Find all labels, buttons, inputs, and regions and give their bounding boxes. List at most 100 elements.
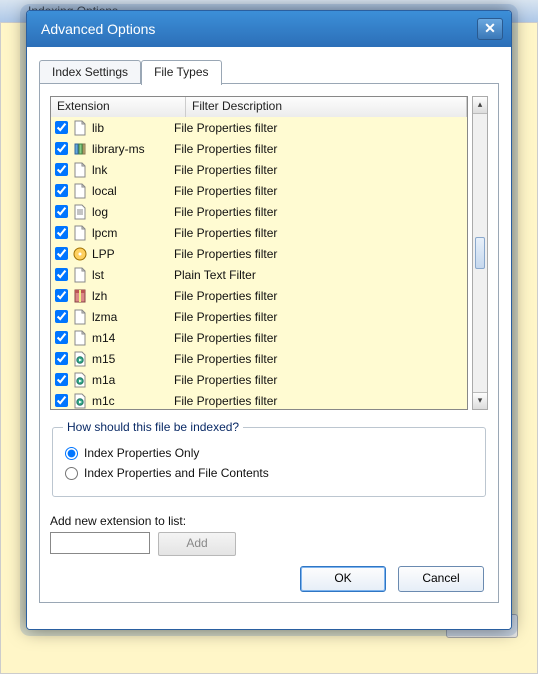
radio-properties-only-label: Index Properties Only xyxy=(84,446,199,460)
file-icon xyxy=(73,225,87,241)
indexing-mode-legend: How should this file be indexed? xyxy=(63,420,243,434)
filter-description-cell: File Properties filter xyxy=(172,331,467,345)
list-scrollbar[interactable]: ▴ ▾ xyxy=(472,96,488,410)
add-extension-label: Add new extension to list: xyxy=(50,514,186,528)
table-row[interactable]: lnkFile Properties filter xyxy=(51,159,467,180)
file-type-icon xyxy=(72,141,88,157)
media-icon xyxy=(73,393,87,409)
file-type-icon xyxy=(72,246,88,262)
add-extension-input[interactable] xyxy=(50,532,150,554)
extension-checkbox[interactable] xyxy=(55,310,68,323)
dialog-titlebar: Advanced Options ✕ xyxy=(27,11,511,47)
filter-description-cell: File Properties filter xyxy=(172,121,467,135)
file-icon xyxy=(73,267,87,283)
extension-checkbox[interactable] xyxy=(55,289,68,302)
table-row[interactable]: logFile Properties filter xyxy=(51,201,467,222)
radio-properties-and-contents-row[interactable]: Index Properties and File Contents xyxy=(63,466,475,480)
extension-checkbox[interactable] xyxy=(55,184,68,197)
file-type-icon xyxy=(72,309,88,325)
extension-checkbox[interactable] xyxy=(55,121,68,134)
add-extension-button[interactable]: Add xyxy=(158,532,236,556)
table-row[interactable]: m14File Properties filter xyxy=(51,327,467,348)
column-header-extension[interactable]: Extension xyxy=(51,97,186,117)
table-row[interactable]: lstPlain Text Filter xyxy=(51,264,467,285)
extension-list: Extension Filter Description libFile Pro… xyxy=(50,96,468,410)
radio-properties-only[interactable] xyxy=(65,447,78,460)
extension-cell: m15 xyxy=(92,352,172,366)
list-body[interactable]: libFile Properties filterlibrary-msFile … xyxy=(51,117,467,409)
extension-cell: lst xyxy=(92,268,172,282)
table-row[interactable]: m15File Properties filter xyxy=(51,348,467,369)
extension-cell: m1c xyxy=(92,394,172,408)
indexing-mode-group: How should this file be indexed? Index P… xyxy=(52,420,486,497)
extension-cell: LPP xyxy=(92,247,172,261)
dialog-client: Index Settings File Types Extension Filt… xyxy=(27,47,511,629)
dialog-title: Advanced Options xyxy=(41,21,155,37)
extension-checkbox[interactable] xyxy=(55,247,68,260)
table-row[interactable]: lzhFile Properties filter xyxy=(51,285,467,306)
library-icon xyxy=(73,141,87,157)
file-type-icon xyxy=(72,372,88,388)
close-button[interactable]: ✕ xyxy=(477,18,503,40)
file-type-icon xyxy=(72,393,88,409)
filter-description-cell: File Properties filter xyxy=(172,352,467,366)
filter-description-cell: File Properties filter xyxy=(172,163,467,177)
scroll-thumb[interactable] xyxy=(475,237,485,269)
extension-checkbox[interactable] xyxy=(55,352,68,365)
column-header-filter-description[interactable]: Filter Description xyxy=(186,97,467,117)
file-type-icon xyxy=(72,204,88,220)
extension-checkbox[interactable] xyxy=(55,226,68,239)
filter-description-cell: File Properties filter xyxy=(172,184,467,198)
tab-index-settings[interactable]: Index Settings xyxy=(39,60,141,84)
file-type-icon xyxy=(72,183,88,199)
file-type-icon xyxy=(72,351,88,367)
filter-description-cell: File Properties filter xyxy=(172,205,467,219)
list-header: Extension Filter Description xyxy=(51,97,467,118)
file-type-icon xyxy=(72,330,88,346)
extension-checkbox[interactable] xyxy=(55,142,68,155)
extension-cell: m14 xyxy=(92,331,172,345)
extension-checkbox[interactable] xyxy=(55,163,68,176)
table-row[interactable]: libFile Properties filter xyxy=(51,117,467,138)
filter-description-cell: File Properties filter xyxy=(172,394,467,408)
extension-cell: m1a xyxy=(92,373,172,387)
table-row[interactable]: lpcmFile Properties filter xyxy=(51,222,467,243)
file-icon xyxy=(73,162,87,178)
cancel-button[interactable]: Cancel xyxy=(398,566,484,592)
extension-cell: lzma xyxy=(92,310,172,324)
file-type-icon xyxy=(72,120,88,136)
radio-properties-and-contents[interactable] xyxy=(65,467,78,480)
archive-icon xyxy=(73,288,87,304)
file-types-panel: Extension Filter Description libFile Pro… xyxy=(39,83,499,603)
radio-properties-only-row[interactable]: Index Properties Only xyxy=(63,446,475,460)
extension-cell: library-ms xyxy=(92,142,172,156)
table-row[interactable]: localFile Properties filter xyxy=(51,180,467,201)
tab-file-types[interactable]: File Types xyxy=(141,60,221,85)
table-row[interactable]: library-msFile Properties filter xyxy=(51,138,467,159)
extension-checkbox[interactable] xyxy=(55,331,68,344)
file-type-icon xyxy=(72,267,88,283)
table-row[interactable]: lzmaFile Properties filter xyxy=(51,306,467,327)
media-icon xyxy=(73,372,87,388)
filter-description-cell: File Properties filter xyxy=(172,142,467,156)
table-row[interactable]: m1cFile Properties filter xyxy=(51,390,467,409)
advanced-options-dialog: Advanced Options ✕ Index Settings File T… xyxy=(26,10,512,630)
ok-button[interactable]: OK xyxy=(300,566,386,592)
scroll-up-button[interactable]: ▴ xyxy=(473,97,487,114)
radio-properties-and-contents-label: Index Properties and File Contents xyxy=(84,466,269,480)
media-icon xyxy=(73,351,87,367)
table-row[interactable]: m1aFile Properties filter xyxy=(51,369,467,390)
filter-description-cell: File Properties filter xyxy=(172,247,467,261)
filter-description-cell: File Properties filter xyxy=(172,373,467,387)
filter-description-cell: File Properties filter xyxy=(172,226,467,240)
table-row[interactable]: LPPFile Properties filter xyxy=(51,243,467,264)
extension-checkbox[interactable] xyxy=(55,373,68,386)
file-type-icon xyxy=(72,288,88,304)
tab-strip: Index Settings File Types xyxy=(39,57,499,83)
extension-checkbox[interactable] xyxy=(55,394,68,407)
extension-checkbox[interactable] xyxy=(55,205,68,218)
scroll-down-button[interactable]: ▾ xyxy=(473,392,487,409)
extension-cell: lnk xyxy=(92,163,172,177)
filter-description-cell: File Properties filter xyxy=(172,310,467,324)
extension-checkbox[interactable] xyxy=(55,268,68,281)
